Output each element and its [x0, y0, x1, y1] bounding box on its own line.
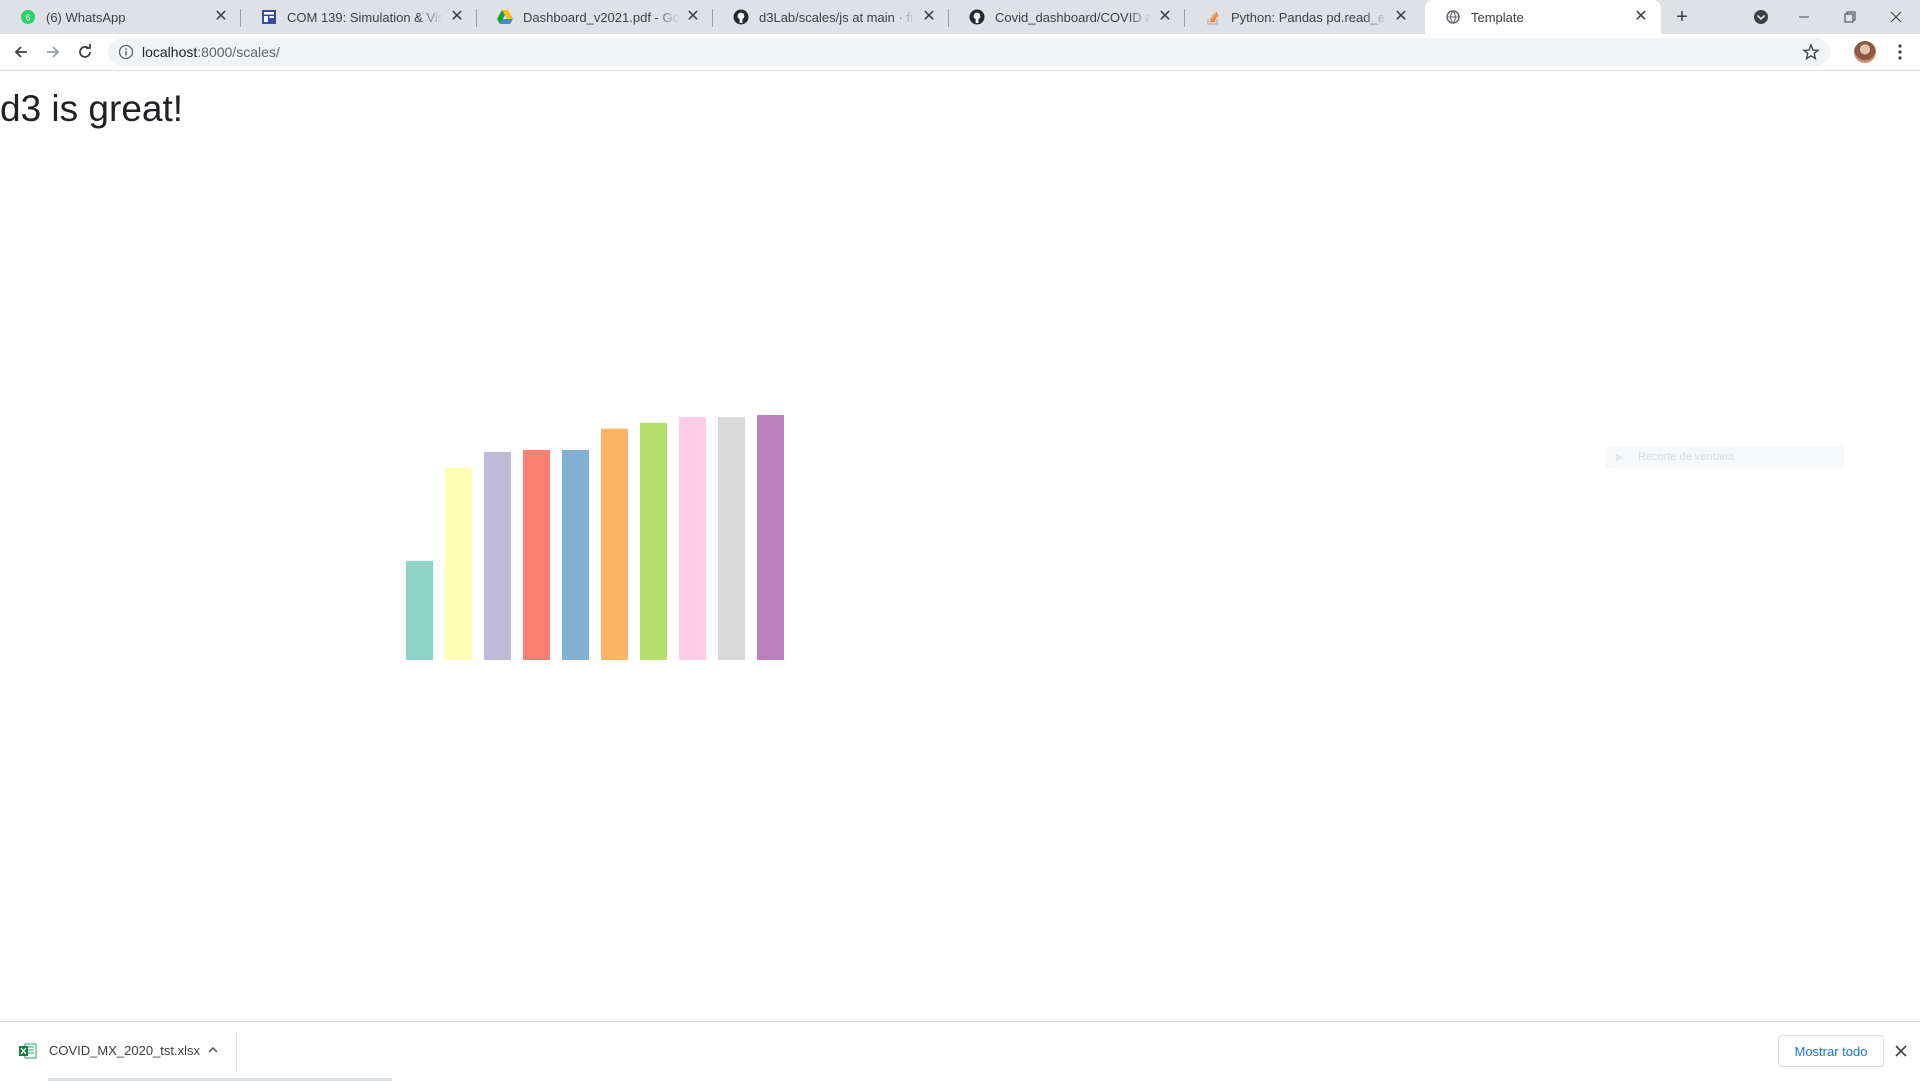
faint-tooltip-text: Recorte de ventana	[1638, 451, 1735, 463]
faint-tooltip: ▶ Recorte de ventana	[1606, 446, 1844, 468]
shelf-divider	[236, 1032, 237, 1072]
close-icon[interactable]	[1894, 1044, 1908, 1058]
download-item[interactable]: COVID_MX_2020_tst.xlsx	[0, 1022, 236, 1081]
bar-2	[445, 467, 472, 660]
bar-5	[562, 450, 589, 660]
bar-8	[679, 416, 706, 660]
bar-4	[523, 450, 550, 660]
play-icon: ▶	[1616, 451, 1623, 462]
bar-9	[718, 416, 745, 660]
bar-7	[640, 422, 667, 660]
bar-6	[601, 428, 628, 660]
bar-1	[406, 560, 433, 660]
bar-10	[757, 415, 784, 660]
chevron-up-icon[interactable]	[206, 1043, 220, 1057]
download-file-name: COVID_MX_2020_tst.xlsx	[49, 1043, 201, 1058]
excel-icon	[19, 1043, 37, 1059]
show-all-button[interactable]: Mostrar todo	[1778, 1035, 1884, 1067]
bar-3	[484, 451, 511, 660]
bar-chart	[406, 415, 784, 660]
download-shelf: COVID_MX_2020_tst.xlsx Mostrar todo	[0, 1021, 1920, 1081]
